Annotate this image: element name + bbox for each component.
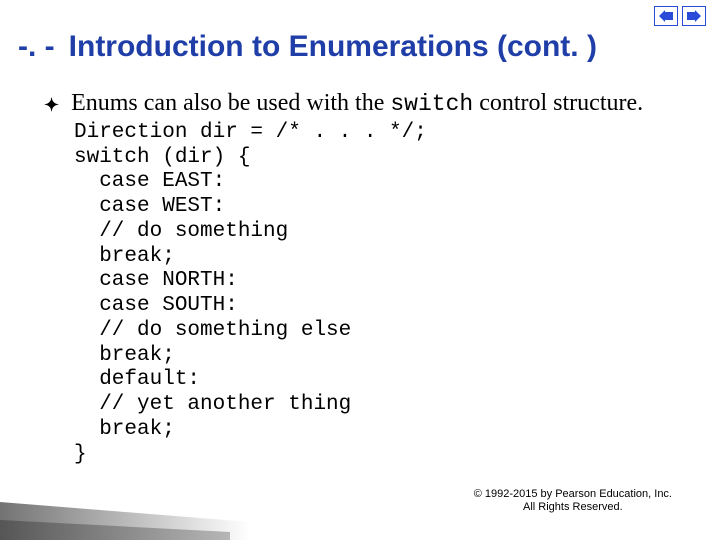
footer-line-2: All Rights Reserved. bbox=[474, 501, 672, 514]
nav-next-icon bbox=[687, 10, 701, 22]
bullet-text: Enums can also be used with the switch c… bbox=[71, 88, 690, 119]
copyright-footer: © 1992-2015 by Pearson Education, Inc. A… bbox=[474, 488, 672, 514]
nav-prev-icon bbox=[659, 10, 673, 22]
nav-next-button[interactable] bbox=[682, 6, 706, 26]
bullet-icon: ✦ bbox=[44, 94, 59, 117]
nav-arrows bbox=[654, 6, 706, 26]
bullet-post: control structure. bbox=[473, 90, 643, 116]
nav-prev-button[interactable] bbox=[654, 6, 678, 26]
code-block: Direction dir = /* . . . */; switch (dir… bbox=[74, 121, 690, 468]
bullet-item: ✦ Enums can also be used with the switch… bbox=[44, 88, 690, 119]
bullet-code-word: switch bbox=[390, 91, 473, 117]
slide-body: ✦ Enums can also be used with the switch… bbox=[44, 88, 690, 467]
decorative-shadow bbox=[0, 480, 260, 540]
title-text: Introduction to Enumerations (cont. ) bbox=[69, 30, 597, 64]
footer-line-1: © 1992-2015 by Pearson Education, Inc. bbox=[474, 488, 672, 501]
slide: -. - Introduction to Enumerations (cont.… bbox=[0, 0, 720, 540]
slide-title: -. - Introduction to Enumerations (cont.… bbox=[18, 30, 702, 64]
title-number: -. - bbox=[18, 30, 55, 64]
bullet-pre: Enums can also be used with the bbox=[71, 90, 390, 116]
